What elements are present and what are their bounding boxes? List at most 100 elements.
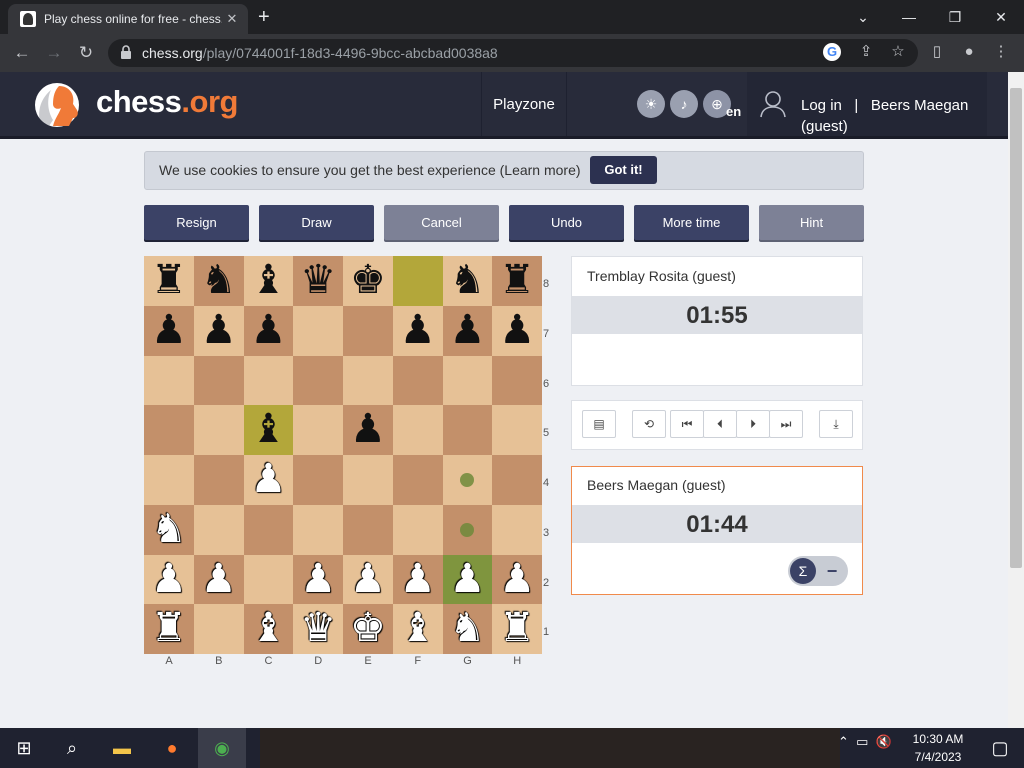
taskbar-date[interactable]: 7/4/2023 — [906, 750, 970, 764]
url-text[interactable]: chess.org/play/0744001f-18d3-4496-9bcc-a… — [142, 45, 498, 61]
black-rook-icon[interactable]: ♜ — [144, 256, 194, 306]
white-pawn-icon[interactable]: ♟ — [244, 455, 294, 505]
google-lens-icon[interactable]: G — [823, 43, 841, 61]
black-rook-icon[interactable]: ♜ — [492, 256, 542, 306]
download-icon[interactable]: ⤓ — [819, 410, 853, 438]
chrome-icon[interactable]: ◉ — [198, 728, 246, 768]
black-knight-icon[interactable]: ♞ — [194, 256, 244, 306]
square-d6[interactable] — [293, 355, 343, 406]
white-pawn-icon[interactable]: ♟ — [343, 555, 393, 605]
system-tray-icons[interactable]: ⌃ ▭ 🔇 — [838, 734, 892, 750]
black-knight-icon[interactable]: ♞ — [443, 256, 493, 306]
sigma-icon[interactable]: Σ — [790, 558, 816, 584]
white-queen-icon[interactable]: ♛ — [293, 604, 343, 654]
white-rook-icon[interactable]: ♜ — [144, 604, 194, 654]
square-e3[interactable] — [343, 504, 393, 555]
username-link[interactable]: Beers Maegan — [871, 97, 969, 114]
white-pawn-icon[interactable]: ♟ — [194, 555, 244, 605]
square-h4[interactable] — [492, 455, 542, 505]
forward-arrow-icon[interactable]: → — [40, 39, 68, 67]
white-rook-icon[interactable]: ♜ — [492, 604, 542, 654]
nav-playzone-link[interactable]: Playzone — [482, 72, 566, 136]
square-e7[interactable] — [343, 305, 393, 356]
white-bishop-icon[interactable]: ♝ — [393, 604, 443, 654]
cancel-button[interactable]: Cancel — [384, 205, 499, 240]
notifications-icon[interactable]: ▢ — [976, 728, 1024, 768]
browser-tab[interactable]: Play chess online for free - chess.org ✕ — [8, 4, 248, 34]
square-g5[interactable] — [442, 405, 493, 455]
last-move-icon[interactable]: ⏭ — [769, 410, 803, 438]
white-bishop-icon[interactable]: ♝ — [244, 604, 294, 654]
square-d3[interactable] — [293, 504, 343, 555]
user-avatar-icon[interactable] — [760, 90, 786, 118]
taskbar-time[interactable]: 10:30 AM — [906, 732, 970, 746]
square-c3[interactable] — [243, 504, 294, 555]
white-knight-icon[interactable]: ♞ — [443, 604, 493, 654]
square-b4[interactable] — [193, 455, 244, 505]
square-f5[interactable] — [392, 405, 443, 455]
square-b6[interactable] — [193, 355, 244, 406]
login-link[interactable]: Log in — [801, 97, 842, 114]
browser-menu-icon[interactable]: ⋮ — [990, 41, 1012, 63]
white-knight-icon[interactable]: ♞ — [144, 505, 194, 555]
square-d5[interactable] — [293, 405, 343, 455]
restore-window-icon[interactable]: ❐ — [932, 4, 978, 30]
square-b5[interactable] — [193, 405, 244, 455]
bookmark-star-icon[interactable]: ☆ — [887, 41, 909, 63]
square-b1[interactable] — [193, 604, 244, 654]
move-list-icon[interactable]: ▤ — [582, 410, 616, 438]
black-pawn-icon[interactable]: ♟ — [144, 306, 194, 356]
square-h5[interactable] — [492, 405, 542, 455]
next-move-icon[interactable]: ⏵ — [736, 410, 770, 438]
black-pawn-icon[interactable]: ♟ — [343, 405, 393, 455]
firefox-icon[interactable]: ● — [148, 728, 196, 768]
chess-knight-logo-icon[interactable] — [33, 80, 91, 130]
square-c6[interactable] — [243, 355, 294, 406]
white-king-icon[interactable]: ♚ — [343, 604, 393, 654]
square-e4[interactable] — [343, 455, 393, 505]
windows-start-icon[interactable]: ⊞ — [0, 728, 48, 768]
square-f6[interactable] — [392, 355, 443, 406]
theme-sun-icon[interactable]: ☀ — [637, 90, 665, 118]
chess-board[interactable]: ♜ ♞ ♝ ♛ ♚ ♞ ♜ ♟ ♟ ♟ ♟ ♟ ♟ ♝ ♟ ♟ ♞ ♟ ♟ ♟ ♟ ♟ ♟ ♟ ♜ ♝ ♛ ♚ ♝ ♞ ♜ — [144, 256, 542, 654]
square-c2[interactable] — [243, 554, 294, 605]
square-h3[interactable] — [492, 504, 542, 555]
square-a4[interactable] — [144, 455, 194, 505]
flip-board-icon[interactable]: ⟲ — [632, 410, 666, 438]
minus-icon[interactable]: − — [822, 561, 842, 582]
hint-button[interactable]: Hint — [759, 205, 864, 240]
minimize-window-icon[interactable]: — — [886, 4, 932, 30]
first-move-icon[interactable]: ⏮ — [670, 410, 704, 438]
black-bishop-icon[interactable]: ♝ — [244, 256, 294, 306]
square-d7[interactable] — [293, 305, 343, 356]
move-hint-dot[interactable] — [460, 522, 475, 537]
white-pawn-icon[interactable]: ♟ — [144, 555, 194, 605]
side-panel-icon[interactable]: ▯ — [926, 41, 948, 63]
back-arrow-icon[interactable]: ← — [8, 39, 36, 67]
square-h6[interactable] — [492, 355, 542, 406]
square-a5[interactable] — [144, 405, 194, 455]
square-f4[interactable] — [392, 455, 443, 505]
scrollbar-thumb[interactable] — [1010, 88, 1022, 568]
black-pawn-icon[interactable]: ♟ — [492, 306, 542, 356]
file-explorer-icon[interactable]: ▬ — [98, 728, 146, 768]
black-pawn-icon[interactable]: ♟ — [393, 306, 443, 356]
square-d4[interactable] — [293, 455, 343, 505]
tab-search-chevron-icon[interactable]: ⌄ — [840, 4, 886, 30]
previous-move-icon[interactable]: ⏴ — [703, 410, 737, 438]
black-queen-icon[interactable]: ♛ — [293, 256, 343, 306]
white-pawn-icon[interactable]: ♟ — [293, 555, 343, 605]
black-pawn-icon[interactable]: ♟ — [194, 306, 244, 356]
cookie-accept-button[interactable]: Got it! — [590, 156, 657, 184]
sound-speaker-icon[interactable]: ♪ — [670, 90, 698, 118]
undo-button[interactable]: Undo — [509, 205, 624, 240]
more-time-button[interactable]: More time — [634, 205, 749, 240]
profile-icon[interactable]: ● — [958, 41, 980, 63]
search-icon[interactable]: ⌕ — [48, 728, 96, 768]
share-icon[interactable]: ⇪ — [855, 41, 877, 63]
new-tab-button[interactable]: + — [258, 6, 270, 29]
reload-icon[interactable]: ↻ — [72, 39, 100, 67]
square-e6[interactable] — [343, 355, 393, 406]
square-f3[interactable] — [392, 504, 443, 555]
language-code[interactable]: en — [726, 104, 741, 119]
